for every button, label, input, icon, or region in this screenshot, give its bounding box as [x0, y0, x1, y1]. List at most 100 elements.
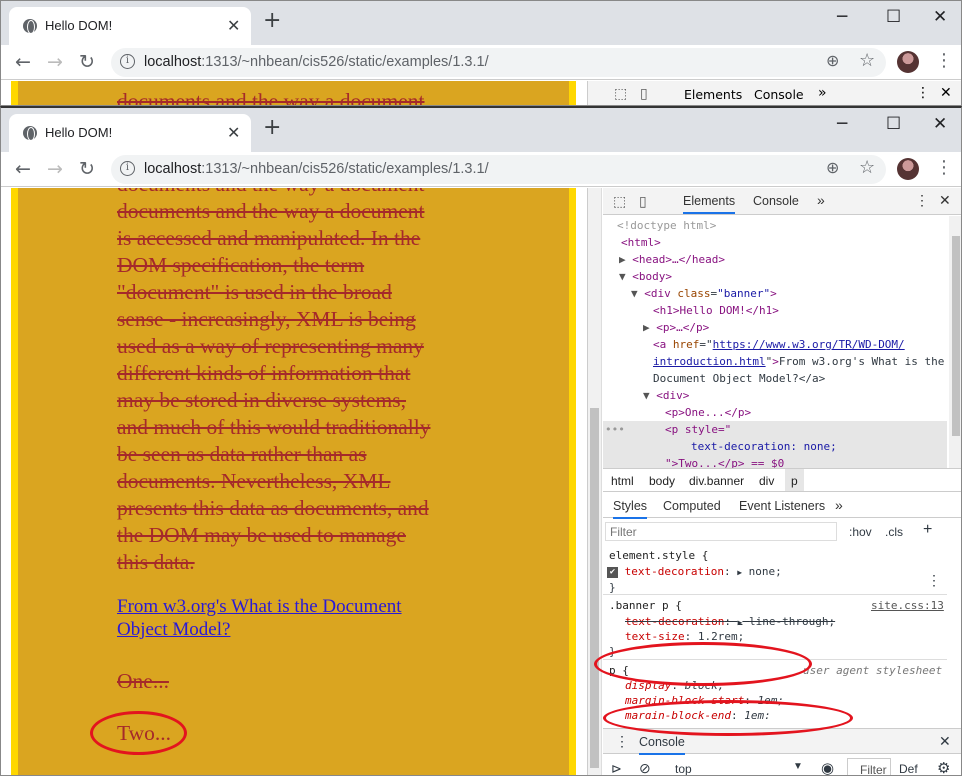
inspect-icon[interactable]: ⬚	[613, 193, 626, 210]
dom-div-banner[interactable]: ▼ <div class="banner">	[631, 286, 777, 303]
ellipsis-icon[interactable]: •••	[605, 422, 625, 439]
dom-a-href[interactable]: https://www.w3.org/TR/WD-DOM/	[713, 338, 905, 351]
device-toolbar-icon[interactable]: ▯	[639, 193, 647, 210]
dom-p-collapsed[interactable]: ▶ <p>…</p>	[643, 320, 709, 337]
inspect-icon[interactable]: ⬚	[614, 86, 627, 102]
prop-value[interactable]: none;	[749, 565, 782, 578]
devtools-menu-icon[interactable]: ⋮	[915, 192, 929, 209]
drawer-menu-icon[interactable]: ⋮	[615, 733, 629, 750]
reload-icon[interactable]: ↻	[79, 51, 95, 73]
clear-console-icon[interactable]: ⊘	[639, 760, 651, 775]
omnibox[interactable]: i localhost:1313/~nhbean/cis526/static/e…	[111, 155, 886, 184]
more-style-tabs-icon[interactable]: »	[835, 497, 843, 513]
scrollbar-thumb[interactable]	[590, 408, 599, 768]
tab-elements[interactable]: Elements	[684, 87, 742, 105]
info-icon[interactable]: i	[120, 161, 135, 176]
expand-arrow-icon[interactable]: ▶	[619, 253, 626, 266]
checkbox-checked-icon[interactable]: ✔	[607, 566, 618, 578]
dom-scrollbar-thumb[interactable]	[952, 236, 960, 436]
avatar[interactable]	[897, 51, 919, 73]
chevron-down-icon[interactable]: ▼	[793, 761, 803, 772]
new-tab-icon[interactable]: +	[263, 117, 281, 139]
prop-name[interactable]: text-decoration	[625, 565, 724, 578]
td-none-declaration[interactable]: ✔ text-decoration: ▶ none;	[607, 564, 782, 580]
console-filter-input[interactable]: Filter	[847, 758, 891, 775]
device-toolbar-icon[interactable]: ▯	[640, 86, 648, 102]
omnibox[interactable]: i localhost:1313/~nhbean/cis526/static/e…	[111, 48, 886, 77]
sidebar-toggle-icon[interactable]: ⊳	[611, 761, 622, 775]
default-levels-select[interactable]: Def	[899, 762, 918, 775]
tab-close-icon[interactable]: ✕	[227, 16, 240, 35]
w3-dom-link[interactable]: From w3.org's What is the Document Object…	[117, 595, 402, 641]
reload-icon[interactable]: ↻	[79, 158, 95, 180]
drawer-close-icon[interactable]: ✕	[939, 733, 951, 750]
dom-div[interactable]: ▼ <div>	[643, 388, 689, 405]
dom-p-style[interactable]: <p style="	[665, 422, 731, 439]
tab-console[interactable]: Console	[754, 87, 804, 102]
zoom-icon[interactable]: ⊕	[826, 51, 839, 70]
tab-console[interactable]: Console	[753, 194, 799, 208]
drawer-tab-console[interactable]: Console	[639, 735, 685, 755]
url-text[interactable]: localhost:1313/~nhbean/cis526/static/exa…	[144, 54, 489, 70]
tab-hello-dom[interactable]: Hello DOM! ✕	[9, 114, 251, 152]
gear-icon[interactable]: ⚙	[937, 759, 950, 775]
kebab-menu-icon[interactable]: ⋮	[935, 50, 953, 71]
close-window-icon[interactable]: ✕	[933, 114, 947, 134]
collapse-arrow-icon[interactable]: ▼	[619, 270, 626, 283]
rule-menu-icon[interactable]: ⋮	[927, 573, 941, 588]
styles-filter-input[interactable]	[605, 522, 837, 541]
td-line-through-declaration[interactable]: text-decoration: ▶ line-through;	[625, 614, 835, 630]
dom-body[interactable]: ▼ <body>	[619, 269, 672, 286]
dom-scrollbar[interactable]	[949, 216, 961, 468]
url-text[interactable]: localhost:1313/~nhbean/cis526/static/exa…	[144, 161, 489, 177]
tab-event-listeners[interactable]: Event Listeners	[739, 499, 825, 513]
source-link[interactable]: site.css:13	[871, 598, 944, 613]
new-rule-icon[interactable]: +	[923, 521, 932, 539]
dom-html[interactable]: <html>	[621, 235, 661, 252]
maximize-icon[interactable]: ☐	[886, 114, 901, 134]
tab-hello-dom[interactable]: Hello DOM! ✕	[9, 7, 251, 45]
forward-icon[interactable]: →	[47, 158, 63, 180]
dom-a-cont[interactable]: introduction.html">From w3.org's What is…	[653, 354, 944, 371]
dom-a-href-2[interactable]: introduction.html	[653, 355, 766, 368]
collapse-arrow-icon[interactable]: ▼	[631, 287, 638, 300]
maximize-icon[interactable]: ☐	[886, 7, 901, 27]
tab-styles[interactable]: Styles	[613, 499, 648, 519]
dom-a[interactable]: <a href="https://www.w3.org/TR/WD-DOM/	[653, 337, 905, 354]
info-icon[interactable]: i	[120, 54, 135, 69]
context-select[interactable]: top	[675, 762, 692, 775]
prop-value[interactable]: line-through;	[749, 615, 835, 628]
crumb-div[interactable]: div	[759, 474, 774, 488]
zoom-icon[interactable]: ⊕	[826, 158, 839, 177]
devtools-close-icon[interactable]: ✕	[939, 192, 951, 209]
dom-p-one[interactable]: <p>One...</p>	[665, 405, 751, 422]
dom-head[interactable]: ▶ <head>…</head>	[619, 252, 725, 269]
tab-computed[interactable]: Computed	[663, 499, 721, 513]
devtools-close-icon[interactable]: ✕	[940, 85, 952, 101]
crumb-div-banner[interactable]: div.banner	[689, 474, 744, 488]
more-tabs-icon[interactable]: »	[818, 85, 827, 101]
kebab-menu-icon[interactable]: ⋮	[935, 157, 953, 178]
page-scrollbar[interactable]	[588, 188, 602, 775]
tab-close-icon[interactable]: ✕	[227, 123, 240, 142]
prop-name[interactable]: text-size	[625, 630, 685, 643]
minimize-icon[interactable]: ─	[837, 7, 847, 27]
bookmark-star-icon[interactable]: ☆	[859, 157, 875, 178]
back-icon[interactable]: ←	[15, 158, 31, 180]
hov-toggle[interactable]: :hov	[849, 525, 872, 539]
new-tab-icon[interactable]: +	[263, 10, 281, 32]
avatar[interactable]	[897, 158, 919, 180]
tab-elements[interactable]: Elements	[683, 194, 736, 214]
close-window-icon[interactable]: ✕	[933, 7, 947, 27]
expand-arrow-icon[interactable]: ▶	[643, 321, 650, 334]
minimize-icon[interactable]: ─	[837, 114, 847, 134]
dom-doctype[interactable]: <!doctype html>	[617, 218, 716, 235]
forward-icon[interactable]: →	[47, 51, 63, 73]
prop-name[interactable]: text-decoration	[625, 615, 724, 628]
crumb-p[interactable]: p	[785, 469, 804, 491]
eye-icon[interactable]: ◉	[821, 759, 834, 775]
crumb-body[interactable]: body	[649, 474, 675, 488]
more-tabs-icon[interactable]: »	[817, 192, 825, 208]
crumb-html[interactable]: html	[611, 474, 634, 488]
bookmark-star-icon[interactable]: ☆	[859, 50, 875, 71]
